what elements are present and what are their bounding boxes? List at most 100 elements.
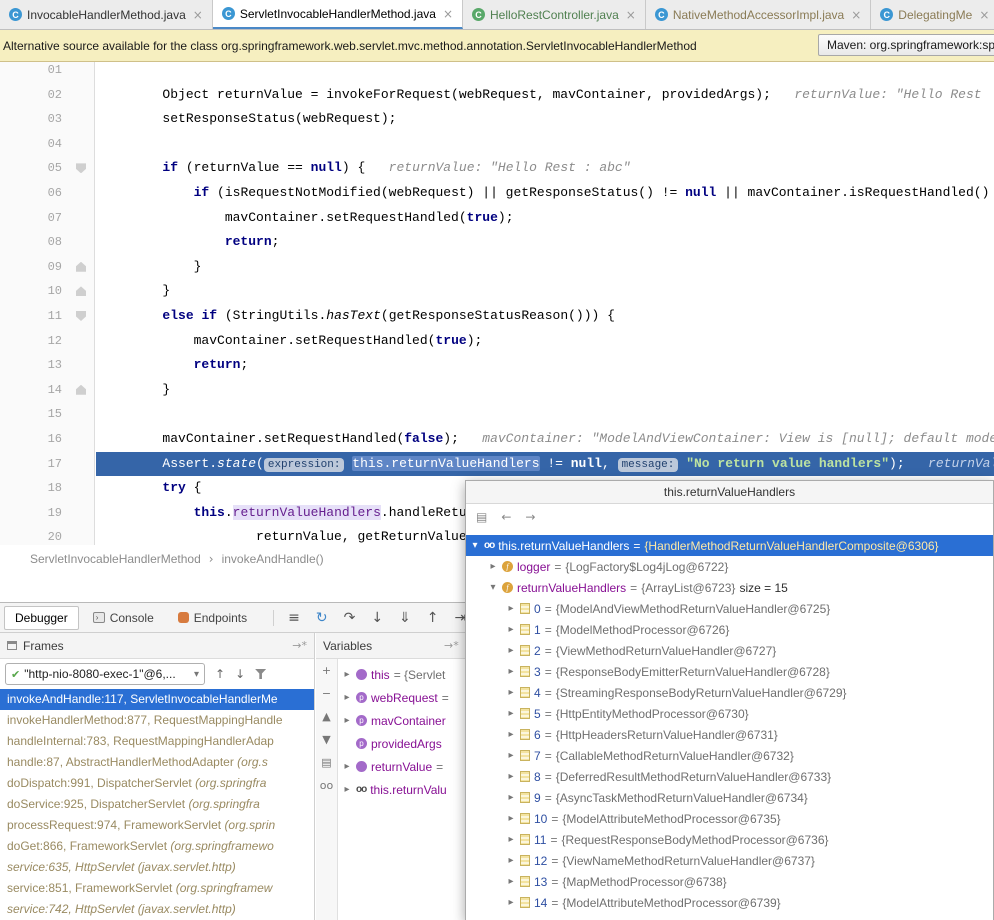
variable-node[interactable]: ▾freturnValueHandlers = {ArrayList@6723}… (466, 577, 993, 598)
expand-chevron-icon[interactable]: ▸ (506, 897, 516, 908)
code-line[interactable]: if (isRequestNotModified(webRequest) || … (96, 181, 994, 206)
variable-node[interactable]: ▸1 = {ModelMethodProcessor@6726} (466, 619, 993, 640)
expand-chevron-icon[interactable]: ▸ (506, 603, 516, 614)
expand-chevron-icon[interactable]: ▸ (506, 729, 516, 740)
gutter-line[interactable]: 08 (0, 230, 94, 255)
gutter-line[interactable]: 13 (0, 353, 94, 378)
gutter-line[interactable]: 18 (0, 476, 94, 501)
expand-chevron-icon[interactable]: ▸ (506, 750, 516, 761)
variable-node[interactable]: ▸4 = {StreamingResponseBodyReturnValueHa… (466, 682, 993, 703)
close-icon[interactable]: × (626, 8, 636, 22)
code-line[interactable]: mavContainer.setRequestHandled(false); m… (96, 427, 994, 452)
stack-frame-row[interactable]: handle:87, AbstractHandlerMethodAdapter … (0, 752, 314, 773)
editor-tab-servlet-invocable-handler-method[interactable]: CServletInvocableHandlerMethod.java× (213, 0, 463, 29)
remove-watch-icon[interactable]: − (322, 687, 331, 700)
editor-tab-hello-rest-controller[interactable]: CHelloRestController.java× (463, 0, 646, 29)
tool-window-tab-debugger[interactable]: Debugger (4, 606, 79, 630)
move-watch-up-icon[interactable]: ▲ (322, 710, 330, 723)
expand-chevron-icon[interactable]: ▸ (506, 645, 516, 656)
expand-chevron-icon[interactable]: ▸ (506, 792, 516, 803)
stack-frame-row[interactable]: invokeAndHandle:117, ServletInvocableHan… (0, 689, 314, 710)
fold-marker-icon[interactable] (76, 385, 86, 395)
code-line[interactable]: } (96, 255, 994, 280)
stack-frame-row[interactable]: service:742, HttpServlet (javax.servlet.… (0, 899, 314, 920)
close-icon[interactable]: × (443, 7, 453, 21)
stack-frame-row[interactable]: processRequest:974, FrameworkServlet (or… (0, 815, 314, 836)
editor-tab-delegating-method-accessor[interactable]: CDelegatingMe× (871, 0, 994, 29)
gutter-line[interactable]: 15 (0, 402, 94, 427)
gutter-line[interactable]: 05 (0, 156, 94, 181)
expand-chevron-icon[interactable]: ▸ (342, 692, 352, 703)
variable-node[interactable]: ▸5 = {HttpEntityMethodProcessor@6730} (466, 703, 993, 724)
copy-value-icon[interactable]: ▤ (476, 510, 487, 524)
expand-chevron-icon[interactable]: ▾ (470, 540, 480, 551)
code-line[interactable] (96, 402, 994, 427)
add-watch-icon[interactable]: + (322, 664, 331, 677)
gutter-line[interactable]: 19 (0, 501, 94, 526)
forward-icon[interactable]: → (525, 510, 535, 524)
variable-node[interactable]: ▸11 = {RequestResponseBodyMethodProcesso… (466, 829, 993, 850)
gutter-line[interactable]: 12 (0, 329, 94, 354)
variable-node[interactable]: ▸6 = {HttpHeadersReturnValueHandler@6731… (466, 724, 993, 745)
alternative-source-selector[interactable]: Maven: org.springframework:spri (818, 34, 994, 56)
tool-window-tab-endpoints[interactable]: Endpoints (168, 607, 257, 629)
code-line[interactable]: } (96, 279, 994, 304)
move-watch-down-icon[interactable]: ▼ (322, 733, 330, 746)
code-line[interactable]: setResponseStatus(webRequest); (96, 107, 994, 132)
code-line[interactable]: mavContainer.setRequestHandled(true); (96, 206, 994, 231)
force-step-into-icon[interactable]: ⇓ (399, 610, 411, 626)
gutter-line[interactable]: 01 (0, 62, 94, 83)
expand-chevron-icon[interactable]: ▸ (506, 813, 516, 824)
close-icon[interactable]: × (193, 8, 203, 22)
code-line[interactable]: else if (StringUtils.hasText(getResponse… (96, 304, 994, 329)
variable-node[interactable]: ▸flogger = {LogFactory$Log4jLog@6722} (466, 556, 993, 577)
code-line[interactable]: } (96, 378, 994, 403)
execution-line[interactable]: Assert.state(expression: this.returnValu… (96, 452, 994, 477)
variable-node[interactable]: ▸9 = {AsyncTaskMethodReturnValueHandler@… (466, 787, 993, 808)
gutter-line[interactable]: 04 (0, 132, 94, 157)
tool-window-tab-console[interactable]: ›Console (83, 607, 164, 629)
editor-tab-native-method-accessor-impl[interactable]: CNativeMethodAccessorImpl.java× (646, 0, 871, 29)
stack-frame-row[interactable]: service:635, HttpServlet (javax.servlet.… (0, 857, 314, 878)
gutter-line[interactable]: 07 (0, 206, 94, 231)
expand-chevron-icon[interactable]: ▸ (506, 855, 516, 866)
editor-tab-invocable-handler-method[interactable]: CInvocableHandlerMethod.java× (0, 0, 213, 29)
breadcrumb-method[interactable]: invokeAndHandle() (222, 552, 324, 566)
code-line[interactable]: Object returnValue = invokeForRequest(we… (96, 83, 994, 108)
expand-chevron-icon[interactable]: ▸ (506, 771, 516, 782)
expand-chevron-icon[interactable]: ▸ (342, 669, 352, 680)
fold-marker-icon[interactable] (76, 163, 86, 173)
gutter-line[interactable]: 06 (0, 181, 94, 206)
pin-icon[interactable]: →* (292, 639, 307, 652)
back-icon[interactable]: ← (501, 510, 511, 524)
gutter-line[interactable]: 03 (0, 107, 94, 132)
step-out-icon[interactable]: ↑ (427, 610, 439, 626)
fold-marker-icon[interactable] (76, 286, 86, 296)
expand-chevron-icon[interactable]: ▸ (342, 761, 352, 772)
gutter-line[interactable]: 02 (0, 83, 94, 108)
expand-chevron-icon[interactable]: ▸ (506, 624, 516, 635)
next-frame-icon[interactable]: ↓ (235, 667, 245, 681)
gutter-line[interactable]: 09 (0, 255, 94, 280)
gutter-line[interactable]: 17 (0, 452, 94, 477)
show-watches-icon[interactable]: oo (320, 779, 333, 792)
variable-node[interactable]: ▸7 = {CallableMethodReturnValueHandler@6… (466, 745, 993, 766)
code-line[interactable]: if (returnValue == null) { returnValue: … (96, 156, 994, 181)
code-line[interactable] (96, 132, 994, 157)
gutter-line[interactable]: 14 (0, 378, 94, 403)
variable-node[interactable]: ▾oothis.returnValueHandlers = {HandlerMe… (466, 535, 993, 556)
variable-node[interactable]: ▸8 = {DeferredResultMethodReturnValueHan… (466, 766, 993, 787)
show-execution-point-icon[interactable]: ↻ (316, 610, 328, 626)
expand-chevron-icon[interactable]: ▸ (506, 666, 516, 677)
code-line[interactable]: return; (96, 353, 994, 378)
pin-icon[interactable]: →* (444, 639, 459, 652)
gutter-line[interactable]: 11 (0, 304, 94, 329)
close-icon[interactable]: × (979, 8, 989, 22)
expand-chevron-icon[interactable]: ▾ (488, 582, 498, 593)
step-into-icon[interactable]: ↓ (371, 610, 383, 626)
stack-frame-row[interactable]: doService:925, DispatcherServlet (org.sp… (0, 794, 314, 815)
variable-node[interactable]: ▸13 = {MapMethodProcessor@6738} (466, 871, 993, 892)
code-line[interactable]: return; (96, 230, 994, 255)
close-icon[interactable]: × (851, 8, 861, 22)
stack-frame-row[interactable]: doGet:866, FrameworkServlet (org.springf… (0, 836, 314, 857)
